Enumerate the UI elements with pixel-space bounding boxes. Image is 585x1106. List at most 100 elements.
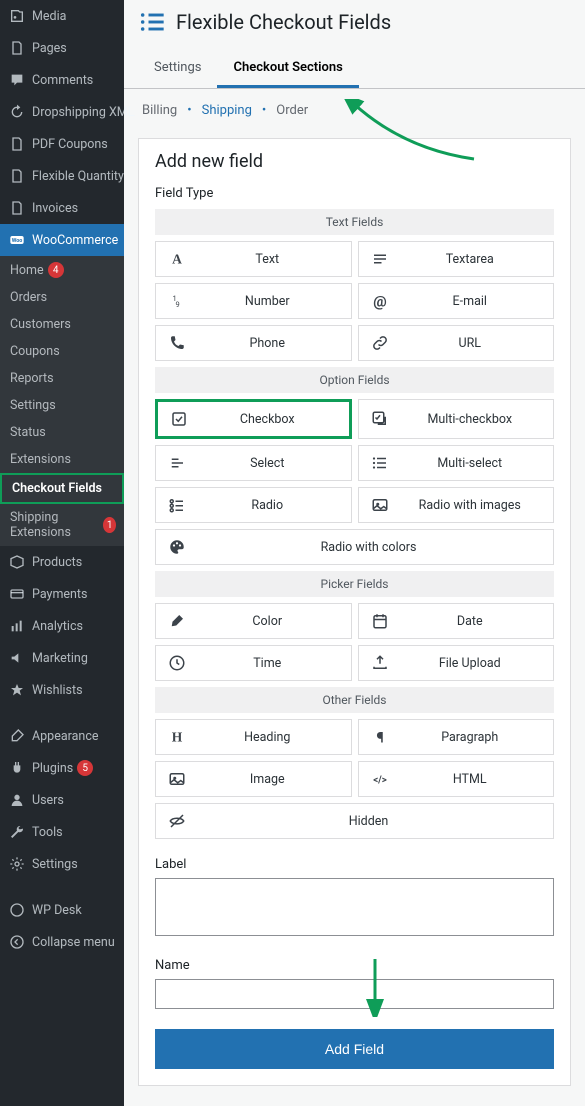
- svg-text:Woo: Woo: [12, 238, 23, 244]
- sidebar-sub-checkout-fields[interactable]: Checkout Fields: [0, 473, 124, 504]
- sidebar-item-label: Analytics: [32, 619, 83, 634]
- sidebar-sub-label: Extensions: [10, 452, 71, 467]
- sidebar-item-invoices[interactable]: Invoices: [0, 192, 124, 224]
- field-type-multicheckbox[interactable]: Multi-checkbox: [358, 399, 555, 439]
- sidebar-item-wp-desk[interactable]: WP Desk: [0, 894, 124, 926]
- sidebar-item-label: Payments: [32, 587, 87, 602]
- sidebar-item-users[interactable]: Users: [0, 784, 124, 816]
- field-type-radio[interactable]: Radio: [155, 487, 352, 523]
- page-icon: [8, 39, 26, 57]
- sidebar-item-pdf-coupons[interactable]: PDF Coupons: [0, 128, 124, 160]
- sidebar-sub-orders[interactable]: Orders: [0, 284, 124, 311]
- date-icon: [369, 612, 391, 630]
- sidebar-sub-coupons[interactable]: Coupons: [0, 338, 124, 365]
- field-type-label: Select: [194, 456, 341, 471]
- collapse-icon: [8, 933, 26, 951]
- field-type-time[interactable]: Time: [155, 645, 352, 681]
- sidebar-item-wishlists[interactable]: Wishlists: [0, 674, 124, 706]
- label-input[interactable]: [155, 878, 554, 936]
- sidebar-item-flexible-quantity[interactable]: Flexible Quantity: [0, 160, 124, 192]
- sidebar-sub-label: Settings: [10, 398, 56, 413]
- select-icon: [166, 454, 188, 472]
- sidebar-item-comments[interactable]: Comments: [0, 64, 124, 96]
- sidebar-sub-label: Checkout Fields: [12, 481, 102, 496]
- field-type-heading[interactable]: HHeading: [155, 719, 352, 755]
- sidebar-item-settings[interactable]: Settings: [0, 848, 124, 880]
- page-title: Flexible Checkout Fields: [176, 10, 391, 34]
- crumb-billing[interactable]: Billing: [142, 103, 177, 118]
- field-type-multiselect[interactable]: Multi-select: [358, 445, 555, 481]
- field-type-number[interactable]: 19Number: [155, 283, 352, 319]
- category-header: Other Fields: [155, 687, 554, 713]
- field-type-checkbox[interactable]: Checkbox: [155, 399, 352, 439]
- field-type-text[interactable]: AText: [155, 241, 352, 277]
- radio-icon: [166, 496, 188, 514]
- field-type-file[interactable]: File Upload: [358, 645, 555, 681]
- sidebar-sub-customers[interactable]: Customers: [0, 311, 124, 338]
- add-field-panel: Add new field Field Type Text FieldsATex…: [138, 138, 571, 1086]
- field-type-html[interactable]: </>HTML: [358, 761, 555, 797]
- sidebar-sub-reports[interactable]: Reports: [0, 365, 124, 392]
- category-header: Text Fields: [155, 209, 554, 235]
- woo-icon: Woo: [8, 231, 26, 249]
- sidebar-item-pages[interactable]: Pages: [0, 32, 124, 64]
- sidebar-item-appearance[interactable]: Appearance: [0, 720, 124, 752]
- sidebar-item-payments[interactable]: Payments: [0, 578, 124, 610]
- field-type-email[interactable]: @E-mail: [358, 283, 555, 319]
- field-type-radiocolor[interactable]: Radio with colors: [155, 529, 554, 565]
- sidebar-sub-label: Customers: [10, 317, 71, 332]
- sidebar-item-tools[interactable]: Tools: [0, 816, 124, 848]
- html-icon: </>: [369, 770, 391, 788]
- card-icon: [8, 585, 26, 603]
- sidebar-item-plugins[interactable]: Plugins5: [0, 752, 124, 784]
- field-type-date[interactable]: Date: [358, 603, 555, 639]
- tab-settings[interactable]: Settings: [138, 50, 217, 88]
- name-input[interactable]: [155, 979, 554, 1009]
- field-type-radioimg[interactable]: Radio with images: [358, 487, 555, 523]
- sidebar-item-collapse-menu[interactable]: Collapse menu: [0, 926, 124, 958]
- sidebar-item-dropshipping-xml[interactable]: Dropshipping XML: [0, 96, 124, 128]
- sidebar-item-label: WP Desk: [32, 903, 82, 918]
- field-type-phone[interactable]: Phone: [155, 325, 352, 361]
- sidebar-item-analytics[interactable]: Analytics: [0, 610, 124, 642]
- plug-icon: [8, 759, 26, 777]
- sidebar-sub-home[interactable]: Home4: [0, 256, 124, 284]
- tab-checkout-sections[interactable]: Checkout Sections: [217, 50, 358, 88]
- svg-text:H: H: [172, 730, 183, 745]
- field-type-label: Phone: [194, 336, 341, 351]
- sidebar-item-media[interactable]: Media: [0, 0, 124, 32]
- field-type-select[interactable]: Select: [155, 445, 352, 481]
- sidebar-sub-extensions[interactable]: Extensions: [0, 446, 124, 473]
- field-type-url[interactable]: URL: [358, 325, 555, 361]
- sidebar-item-label: Settings: [32, 857, 78, 872]
- field-type-label: Color: [194, 614, 341, 629]
- field-type-label: E-mail: [397, 294, 544, 309]
- crumb-shipping[interactable]: Shipping: [202, 103, 252, 118]
- field-type-hidden[interactable]: Hidden: [155, 803, 554, 839]
- field-type-label: Text: [194, 252, 341, 267]
- dot-icon: •: [262, 103, 266, 118]
- field-type-textarea[interactable]: Textarea: [358, 241, 555, 277]
- wp-icon: [8, 901, 26, 919]
- field-type-color[interactable]: Color: [155, 603, 352, 639]
- sidebar-sub-settings[interactable]: Settings: [0, 392, 124, 419]
- field-type-label: Checkbox: [196, 412, 339, 427]
- field-type-paragraph[interactable]: ¶Paragraph: [358, 719, 555, 755]
- multiselect-icon: [369, 454, 391, 472]
- box-icon: [8, 553, 26, 571]
- sidebar-item-label: Dropshipping XML: [32, 105, 134, 120]
- sidebar-item-products[interactable]: Products: [0, 546, 124, 578]
- field-type-label: Date: [397, 614, 544, 629]
- sidebar-sub-status[interactable]: Status: [0, 419, 124, 446]
- phone-icon: [166, 334, 188, 352]
- sidebar-item-marketing[interactable]: Marketing: [0, 642, 124, 674]
- crumb-order[interactable]: Order: [276, 103, 308, 118]
- color-icon: [166, 612, 188, 630]
- field-type-label: Multi-select: [397, 456, 544, 471]
- sidebar-item-woocommerce[interactable]: WooWooCommerce: [0, 224, 124, 256]
- field-type-label: Multi-checkbox: [397, 412, 544, 427]
- sidebar-sub-shipping-extensions[interactable]: Shipping Extensions1: [0, 504, 124, 546]
- sidebar-sub-label: Coupons: [10, 344, 60, 359]
- add-field-button[interactable]: Add Field: [155, 1029, 554, 1069]
- field-type-image[interactable]: Image: [155, 761, 352, 797]
